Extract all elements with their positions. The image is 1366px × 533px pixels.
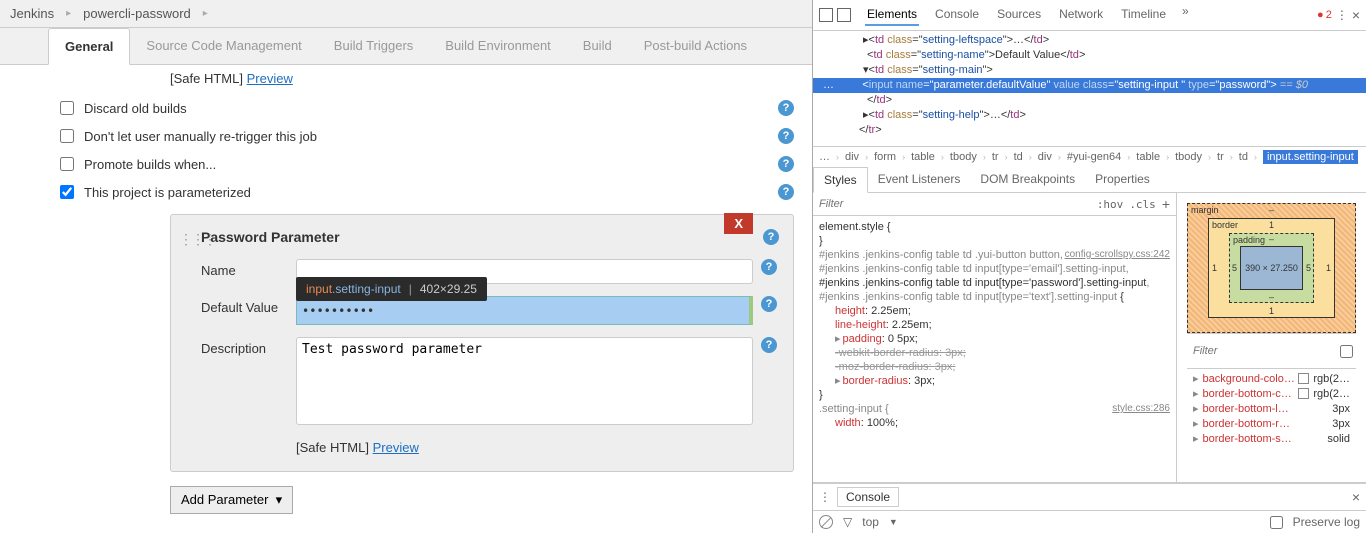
remove-parameter-button[interactable]: X: [724, 213, 753, 234]
help-icon[interactable]: ?: [761, 337, 777, 353]
help-icon[interactable]: ?: [761, 259, 777, 275]
devtools-tab-elements[interactable]: Elements: [865, 4, 919, 26]
computed-filter-input[interactable]: [1193, 345, 1336, 357]
safe-html-note: [Safe HTML] Preview: [170, 71, 794, 86]
devtools-tab-sources[interactable]: Sources: [995, 4, 1043, 26]
help-icon[interactable]: ?: [778, 100, 794, 116]
filter-icon[interactable]: ▽: [843, 515, 852, 529]
device-mode-icon[interactable]: [837, 8, 851, 22]
description-label: Description: [201, 337, 296, 356]
devtools-tab-network[interactable]: Network: [1057, 4, 1105, 26]
breadcrumb-item[interactable]: powercli-password: [83, 6, 191, 21]
name-label: Name: [201, 259, 296, 278]
devtools-close-icon[interactable]: ×: [1352, 7, 1360, 23]
tab-post-build[interactable]: Post-build Actions: [628, 28, 763, 64]
subtab-styles[interactable]: Styles: [813, 167, 868, 193]
devtools-menu-icon[interactable]: ⋮: [1336, 8, 1348, 22]
breadcrumb-item[interactable]: Jenkins: [10, 6, 54, 21]
subtab-event-listeners[interactable]: Event Listeners: [868, 167, 971, 192]
drag-handle-icon[interactable]: ⋮⋮⋮: [179, 231, 215, 248]
preserve-log-checkbox[interactable]: [1270, 516, 1283, 529]
add-parameter-button[interactable]: Add Parameter ▾: [170, 486, 293, 514]
tab-general[interactable]: General: [48, 28, 130, 65]
show-all-checkbox[interactable]: [1340, 345, 1353, 358]
devtools-panel: Elements Console Sources Network Timelin…: [813, 0, 1366, 533]
description-textarea[interactable]: Test password parameter: [296, 337, 753, 425]
subtab-properties[interactable]: Properties: [1085, 167, 1160, 192]
tab-scm[interactable]: Source Code Management: [130, 28, 317, 64]
preview-link[interactable]: Preview: [247, 71, 293, 86]
breadcrumb: Jenkins ▸ powercli-password ▸: [0, 0, 812, 28]
inspector-tooltip: input.setting-input | 402×29.25: [296, 277, 487, 301]
preserve-log-label: Preserve log: [1293, 515, 1360, 529]
discard-builds-checkbox[interactable]: [60, 101, 74, 115]
dom-breadcrumb[interactable]: …› div› form› table› tbody› tr› td› div›…: [813, 146, 1366, 167]
retrigger-checkbox[interactable]: [60, 129, 74, 143]
console-drawer-tab[interactable]: Console: [837, 487, 899, 507]
help-icon[interactable]: ?: [778, 156, 794, 172]
devtools-tab-timeline[interactable]: Timeline: [1119, 4, 1168, 26]
console-menu-icon[interactable]: ⋮: [819, 490, 831, 504]
clear-console-icon[interactable]: [819, 515, 833, 529]
css-rules[interactable]: element.style { } config-scrollspy.css:2…: [813, 216, 1176, 482]
context-selector[interactable]: top: [862, 515, 879, 529]
error-count-badge[interactable]: 2: [1317, 9, 1332, 21]
breadcrumb-separator: ▸: [203, 8, 208, 19]
breadcrumb-separator: ▸: [66, 8, 71, 19]
tab-build-environment[interactable]: Build Environment: [429, 28, 567, 64]
tab-build-triggers[interactable]: Build Triggers: [318, 28, 429, 64]
safe-html-note: [Safe HTML] Preview: [296, 440, 777, 455]
computed-properties[interactable]: background-colo…rgb(2… border-bottom-c…r…: [1187, 369, 1356, 448]
config-tabs: General Source Code Management Build Tri…: [0, 28, 812, 65]
help-icon[interactable]: ?: [778, 184, 794, 200]
box-model: margin – border 1 1 1 1 padding – 5 5: [1187, 203, 1356, 333]
styles-filter-input[interactable]: [819, 198, 1091, 210]
parameterized-label: This project is parameterized: [84, 185, 778, 200]
parameterized-checkbox[interactable]: [60, 185, 74, 199]
subtab-dom-breakpoints[interactable]: DOM Breakpoints: [970, 167, 1085, 192]
default-value-label: Default Value: [201, 296, 296, 315]
promote-label: Promote builds when...: [84, 157, 778, 172]
password-parameter-block: ⋮⋮⋮ X ? Password Parameter Name ? Defaul…: [170, 214, 794, 472]
devtools-tab-console[interactable]: Console: [933, 4, 981, 26]
help-icon[interactable]: ?: [778, 128, 794, 144]
promote-checkbox[interactable]: [60, 157, 74, 171]
parameter-title: Password Parameter: [201, 229, 777, 245]
tab-build[interactable]: Build: [567, 28, 628, 64]
context-dropdown-icon[interactable]: ▼: [889, 517, 898, 527]
add-rule-icon[interactable]: +: [1162, 196, 1170, 212]
hov-toggle[interactable]: :hov: [1097, 198, 1124, 211]
retrigger-label: Don't let user manually re-trigger this …: [84, 129, 778, 144]
help-icon[interactable]: ?: [761, 296, 777, 312]
console-close-icon[interactable]: ×: [1352, 489, 1360, 505]
inspect-element-icon[interactable]: [819, 8, 833, 22]
discard-builds-label: Discard old builds: [84, 101, 778, 116]
cls-toggle[interactable]: .cls: [1129, 198, 1156, 211]
dom-tree[interactable]: ▸<td class="setting-leftspace">…</td> <t…: [813, 31, 1366, 146]
more-tabs-icon[interactable]: »: [1182, 4, 1189, 26]
help-icon[interactable]: ?: [763, 229, 779, 245]
preview-link[interactable]: Preview: [373, 440, 419, 455]
